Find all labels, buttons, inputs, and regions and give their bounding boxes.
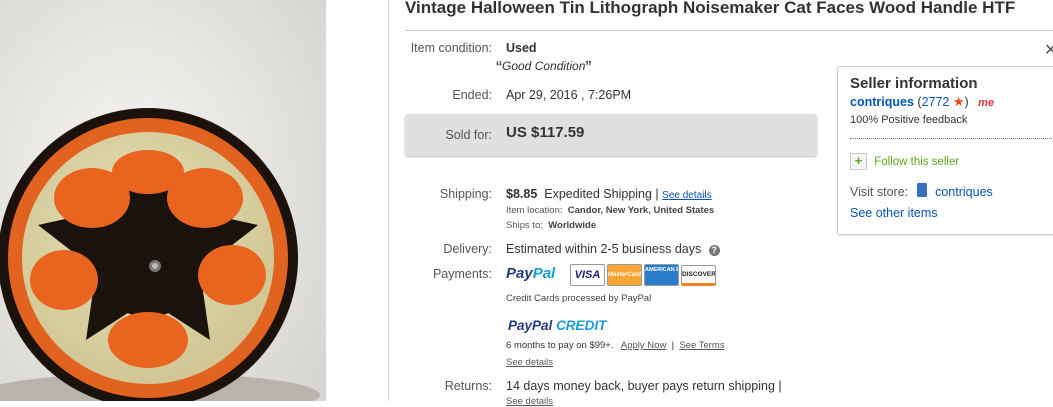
paypal-credit-pay: PayPal <box>508 318 553 333</box>
paypal-logo-pay: Pay <box>506 265 533 282</box>
shipping-cost: $8.85 <box>506 187 538 201</box>
returns-see-details-link[interactable]: See details <box>506 396 553 407</box>
store-icon <box>916 183 927 197</box>
shipping-details-link[interactable]: See details <box>662 190 711 201</box>
credit-terms-text: 6 months to pay on $99+. <box>506 340 614 351</box>
seller-name-link[interactable]: contriques <box>850 95 914 109</box>
see-other-items-link[interactable]: See other items <box>850 206 938 220</box>
ships-to-value: Worldwide <box>548 220 597 231</box>
shipping-line: $8.85 Expedited Shipping | See details <box>506 187 712 201</box>
star-icon: ★ <box>952 94 965 109</box>
paypal-logo: PayPal <box>506 265 555 282</box>
follow-plus-icon: + <box>850 153 867 170</box>
condition-value: Used <box>506 41 537 55</box>
shipping-method: Expedited Shipping | <box>544 187 659 201</box>
card-logos: VISAMasterCardAMERICAN EXPRESSDISCOVER <box>570 264 718 286</box>
amex-icon: AMERICAN EXPRESS <box>644 264 679 286</box>
item-location-label: Item location: <box>506 205 563 216</box>
product-photo[interactable] <box>0 0 326 401</box>
title-divider <box>405 30 1053 31</box>
close-icon[interactable]: ✕ <box>1044 40 1053 60</box>
seller-feedback: 100% Positive feedback <box>850 114 968 126</box>
shipping-label: Shipping: <box>439 187 492 201</box>
sold-label: Sold for: <box>445 128 492 142</box>
paypal-credit-logo: PayPal CREDIT <box>508 318 606 333</box>
returns-label: Returns: <box>444 379 492 393</box>
paypal-credit-terms: 6 months to pay on $99+. Apply Now | See… <box>506 340 725 351</box>
paypal-credit-word: CREDIT <box>556 318 607 333</box>
payments-label: Payments: <box>432 267 492 281</box>
payments-note: Credit Cards processed by PayPal <box>506 293 652 304</box>
sold-price: US $117.59 <box>506 124 585 141</box>
condition-note-text: Good Condition <box>502 59 586 73</box>
apply-now-link[interactable]: Apply Now <box>621 340 666 351</box>
see-terms-link[interactable]: See Terms <box>679 340 724 351</box>
help-icon[interactable]: ? <box>708 245 720 256</box>
condition-label: Item condition: <box>410 41 492 55</box>
seller-divider <box>850 138 1053 139</box>
ships-to: Ships to: Worldwide <box>506 220 596 231</box>
delivery-label: Delivery: <box>443 242 492 256</box>
item-location: Item location: Candor, New York, United … <box>506 205 714 216</box>
ships-to-label: Ships to: <box>506 220 543 231</box>
condition-note: “Good Condition” <box>496 58 591 79</box>
seller-score-close: ) <box>964 95 969 109</box>
visit-store: Visit store: contriques <box>850 183 993 199</box>
delivery-line: Estimated within 2-5 business days ? <box>506 242 720 256</box>
column-divider <box>388 0 389 401</box>
seller-heading: Seller information <box>850 75 978 92</box>
mastercard-icon: MasterCard <box>607 264 642 286</box>
follow-seller-label: Follow this seller <box>874 155 960 168</box>
credit-see-details-link[interactable]: See details <box>506 357 553 368</box>
ended-label: Ended: <box>452 88 492 102</box>
me-badge-icon[interactable]: me <box>978 97 994 109</box>
item-location-value: Candor, New York, United States <box>567 205 715 216</box>
paypal-logo-pal: Pal <box>532 265 556 282</box>
delivery-value: Estimated within 2-5 business days <box>506 242 702 256</box>
returns-value: 14 days money back, buyer pays return sh… <box>506 379 782 393</box>
ended-value: Apr 29, 2016 , 7:26PM <box>506 88 632 102</box>
visa-icon: VISA <box>570 264 605 286</box>
follow-seller[interactable]: + Follow this seller <box>850 153 959 170</box>
visit-store-label: Visit store: <box>850 185 909 199</box>
seller-name-line: contriques (2772 ★) me <box>850 94 994 110</box>
store-link[interactable]: contriques <box>935 185 993 199</box>
credit-separator: | <box>671 340 675 351</box>
discover-icon: DISCOVER <box>681 264 716 286</box>
seller-score-link[interactable]: 2772 <box>922 95 950 109</box>
seller-info-panel: Seller information contriques (2772 ★) m… <box>837 66 1053 235</box>
quote-close: ” <box>585 58 592 78</box>
item-title: Vintage Halloween Tin Lithograph Noisema… <box>405 0 1016 17</box>
